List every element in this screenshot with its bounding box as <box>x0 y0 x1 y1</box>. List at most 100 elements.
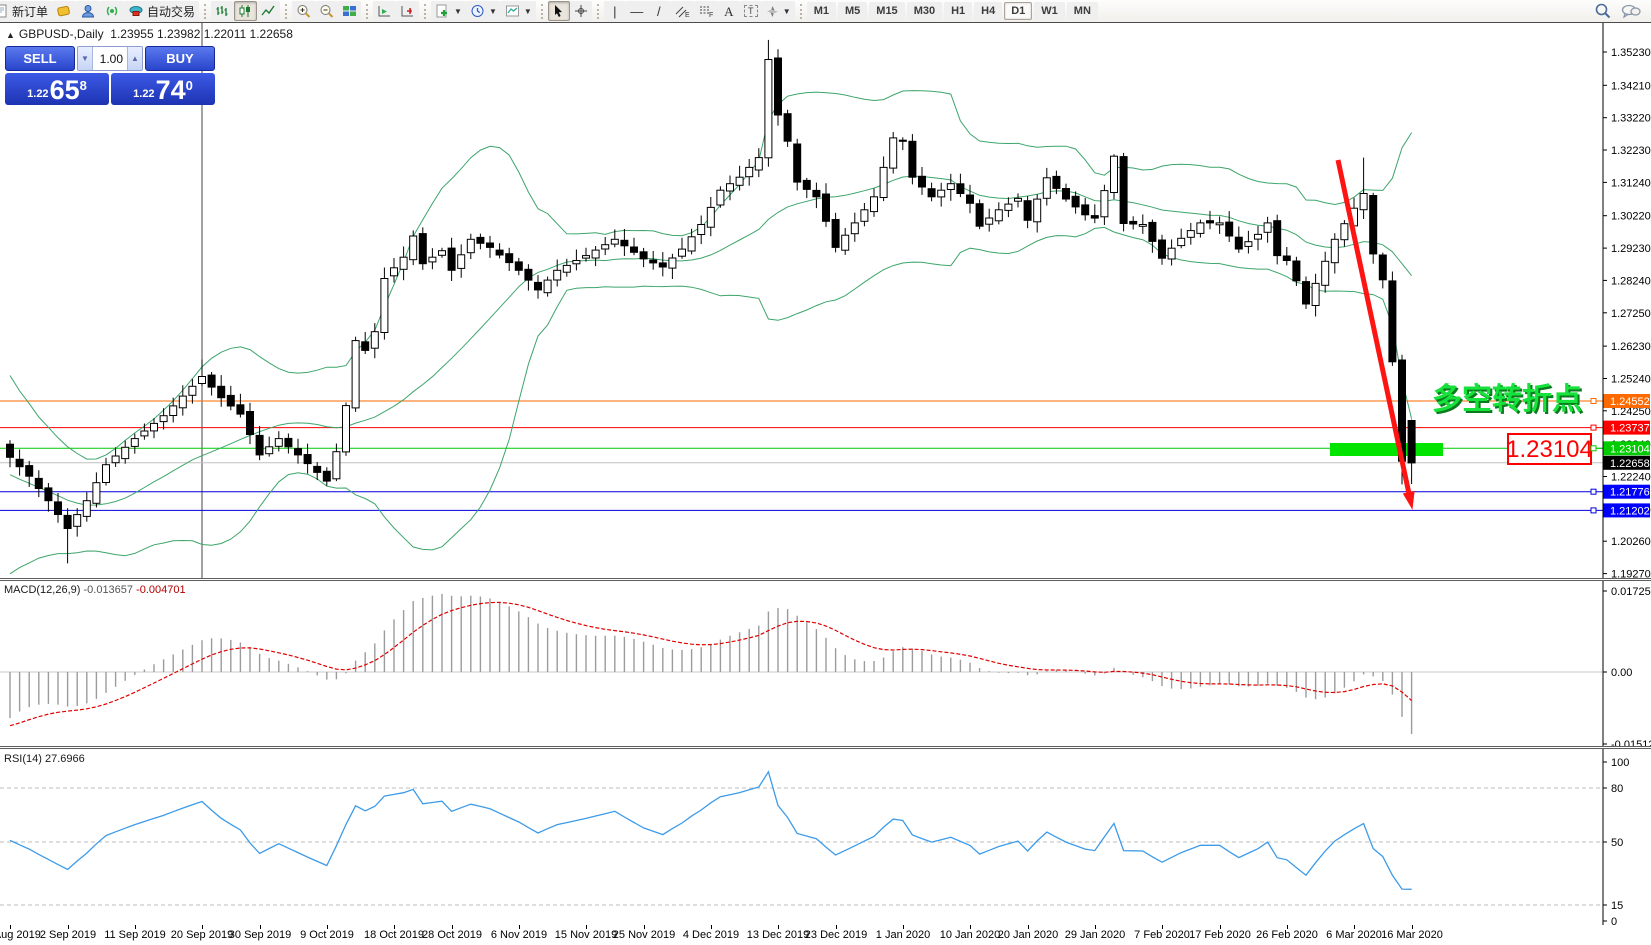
templates-dropdown-caret[interactable]: ▼ <box>524 7 532 16</box>
axis-badge-1.23104: 1.23104 <box>1604 441 1651 455</box>
vertical-line-button[interactable]: | <box>604 1 626 21</box>
svg-text:0.00: 0.00 <box>1611 667 1632 679</box>
rsi-levels <box>0 788 1603 905</box>
indicators-button[interactable]: ▼ <box>431 1 466 21</box>
buy-button[interactable]: BUY <box>145 46 215 71</box>
macd-pane[interactable]: 0.0172520.00-0.015128 <box>0 581 1651 746</box>
arrows-button[interactable]: ▼ <box>762 1 795 21</box>
svg-text:1.26230: 1.26230 <box>1611 341 1651 353</box>
date-label: 29 Jan 2020 <box>1065 929 1126 941</box>
trendline-button[interactable]: / <box>648 1 670 21</box>
svg-text:E: E <box>685 12 690 18</box>
crosshair-button[interactable] <box>570 1 592 21</box>
timeframe-D1[interactable]: D1 <box>1004 2 1032 20</box>
highlight-rectangle[interactable] <box>1330 443 1443 456</box>
text-button[interactable]: A <box>718 1 740 21</box>
chart-title: ▲GBPUSD-,Daily 1.23955 1.23982 1.22011 1… <box>6 27 293 41</box>
volume-value[interactable]: 1.00 <box>93 47 127 70</box>
quote-panel-collapse-icon[interactable]: ▲ <box>6 30 15 40</box>
tile-windows-button[interactable] <box>338 1 361 21</box>
timeframe-MN[interactable]: MN <box>1067 2 1098 20</box>
timeframe-W1[interactable]: W1 <box>1034 2 1065 20</box>
auto-scroll-icon <box>377 4 392 18</box>
svg-text:100: 100 <box>1611 757 1629 769</box>
axis-badge-1.21202: 1.21202 <box>1604 503 1651 517</box>
timeframe-M5[interactable]: M5 <box>838 2 867 20</box>
text-label-button[interactable]: T <box>740 1 762 21</box>
main-chart[interactable]: 多空转折点 多空转折点 1.231041.352301.342101.33220… <box>0 23 1651 578</box>
signals-button[interactable] <box>100 1 124 21</box>
svg-text:1.23737: 1.23737 <box>1610 423 1650 435</box>
auto-trading-button[interactable]: 自动交易 <box>124 1 199 21</box>
line-chart-button[interactable] <box>257 1 280 21</box>
svg-text:0: 0 <box>1611 916 1617 925</box>
new-order-button[interactable]: 新订单 <box>0 1 52 21</box>
chart-shift-button[interactable] <box>396 1 419 21</box>
timeframe-H1[interactable]: H1 <box>944 2 972 20</box>
svg-text:F: F <box>709 12 713 18</box>
svg-text:多空转折点: 多空转折点 <box>1432 383 1582 416</box>
svg-text:1.21776: 1.21776 <box>1610 487 1650 499</box>
auto-scroll-button[interactable] <box>373 1 396 21</box>
bid-price-sup: 8 <box>80 78 87 93</box>
arrows-dropdown-caret[interactable]: ▼ <box>783 7 791 16</box>
rsi-pane[interactable]: 1008050150 <box>0 749 1651 925</box>
timeframe-M15[interactable]: M15 <box>869 2 904 20</box>
mt4-window: 新订单 自动交易 <box>0 0 1651 945</box>
svg-text:1.22240: 1.22240 <box>1611 472 1651 484</box>
indicators-icon <box>435 4 450 18</box>
time-axis[interactable]: 23 Aug 20192 Sep 201911 Sep 201920 Sep 2… <box>0 925 1651 945</box>
line-chart-icon <box>261 4 276 18</box>
cursor-button[interactable] <box>548 1 570 21</box>
bar-chart-button[interactable] <box>211 1 234 21</box>
periods-button[interactable]: ▼ <box>466 1 501 21</box>
date-label: 6 Nov 2019 <box>491 929 547 941</box>
date-label: 9 Oct 2019 <box>300 929 354 941</box>
macd-histogram-value: -0.013657 <box>83 584 133 596</box>
bid-price[interactable]: 1.22 65 8 <box>5 73 109 105</box>
date-label: 17 Feb 2020 <box>1189 929 1251 941</box>
sell-button[interactable]: SELL <box>5 46 75 71</box>
candlestick-chart-button[interactable] <box>234 1 257 21</box>
crosshair-icon <box>574 4 588 18</box>
svg-text:1.35230: 1.35230 <box>1611 47 1651 59</box>
date-label: 4 Dec 2019 <box>683 929 739 941</box>
date-label: 11 Sep 2019 <box>104 929 166 941</box>
indicators-dropdown-caret[interactable]: ▼ <box>454 7 462 16</box>
favorites-icon <box>56 4 72 18</box>
templates-button[interactable]: ▼ <box>501 1 536 21</box>
market-watch-button[interactable] <box>76 1 100 21</box>
zoom-out-icon <box>319 4 334 19</box>
bollinger-bands <box>10 91 1412 574</box>
one-click-trading-panel: SELL ▼ 1.00 ▲ BUY 1.22 65 8 1.22 74 0 <box>5 46 215 105</box>
horizontal-line-button[interactable]: — <box>626 1 648 21</box>
date-label: 2 Sep 2019 <box>40 929 96 941</box>
fibonacci-button[interactable]: F <box>694 1 718 21</box>
templates-icon <box>505 4 520 18</box>
periods-dropdown-caret[interactable]: ▼ <box>489 7 497 16</box>
equidistant-channel-button[interactable]: E <box>670 1 694 21</box>
volume-up-button[interactable]: ▲ <box>127 47 142 70</box>
price-callout[interactable]: 1.23104 <box>1506 434 1603 464</box>
date-label: 16 Mar 2020 <box>1381 929 1443 941</box>
date-label: 30 Sep 2019 <box>229 929 291 941</box>
search-icon[interactable] <box>1595 3 1611 19</box>
trendline-icon: / <box>657 5 661 18</box>
zoom-in-button[interactable] <box>292 1 315 21</box>
axis-badge-1.24552: 1.24552 <box>1604 394 1651 408</box>
turning-point-annotation[interactable]: 多空转折点 多空转折点 <box>1432 383 1584 418</box>
timeframe-H4[interactable]: H4 <box>974 2 1002 20</box>
volume-down-button[interactable]: ▼ <box>78 47 93 70</box>
svg-text:80: 80 <box>1611 783 1623 795</box>
cursor-icon <box>552 4 565 18</box>
horizontal-line-icon: — <box>630 5 643 18</box>
chat-icon[interactable] <box>1621 4 1641 19</box>
favorites-button[interactable] <box>52 1 76 21</box>
ask-price[interactable]: 1.22 74 0 <box>111 73 215 105</box>
svg-text:1.28240: 1.28240 <box>1611 275 1651 287</box>
svg-text:1.27250: 1.27250 <box>1611 308 1651 320</box>
date-label: 6 Mar 2020 <box>1326 929 1382 941</box>
timeframe-M1[interactable]: M1 <box>807 2 836 20</box>
zoom-out-button[interactable] <box>315 1 338 21</box>
timeframe-M30[interactable]: M30 <box>907 2 942 20</box>
